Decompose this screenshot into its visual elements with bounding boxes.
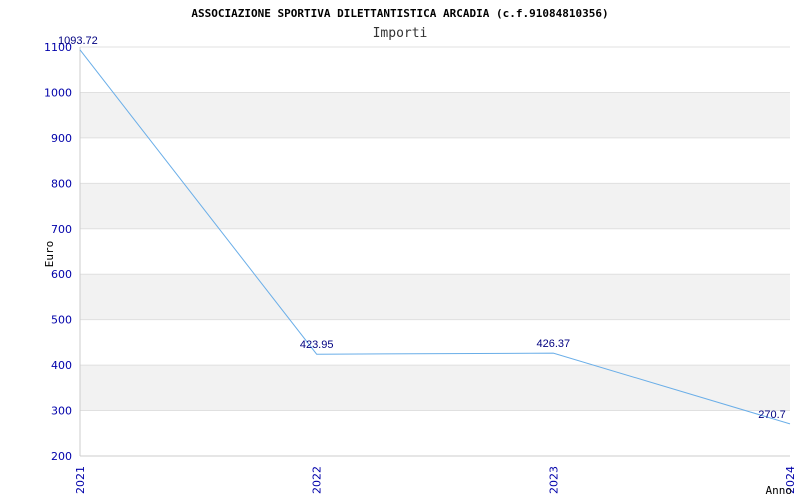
y-tick-label: 200 bbox=[51, 450, 72, 463]
x-axis-label: Anno bbox=[766, 484, 793, 497]
line-chart: 20030040050060070080090010001100 2021 202… bbox=[43, 7, 797, 497]
data-label: 426.37 bbox=[537, 338, 571, 350]
y-tick-label: 400 bbox=[51, 359, 72, 372]
x-tick-label: 2023 bbox=[547, 466, 560, 494]
chart-title: ASSOCIAZIONE SPORTIVA DILETTANTISTICA AR… bbox=[191, 7, 608, 20]
y-tick-label: 300 bbox=[51, 405, 72, 418]
grid-band bbox=[80, 183, 790, 229]
grid-bands bbox=[80, 92, 790, 411]
chart-subtitle: Importi bbox=[373, 26, 428, 41]
y-axis-label: Euro bbox=[43, 241, 56, 268]
grid-band bbox=[80, 92, 790, 138]
y-tick-label: 900 bbox=[51, 132, 72, 145]
x-tick-label: 2022 bbox=[311, 466, 324, 494]
grid-band bbox=[80, 274, 790, 320]
chart-root: 200 300 400 500 600 700 800 900 1000 1100 2021 202… bbox=[0, 0, 800, 500]
y-tick-label: 500 bbox=[51, 314, 72, 327]
y-tick-label: 700 bbox=[51, 223, 72, 236]
data-label: 270.7 bbox=[758, 409, 786, 421]
data-label: 1093.72 bbox=[58, 35, 98, 47]
data-label: 423.95 bbox=[300, 339, 334, 351]
y-tick-label: 1000 bbox=[44, 86, 72, 99]
y-tick-label: 600 bbox=[51, 268, 72, 281]
x-tick-label: 2021 bbox=[74, 466, 87, 494]
grid-band bbox=[80, 365, 790, 411]
x-tick-labels: 2021 2022 2023 2024 bbox=[74, 466, 797, 494]
y-tick-label: 800 bbox=[51, 177, 72, 190]
